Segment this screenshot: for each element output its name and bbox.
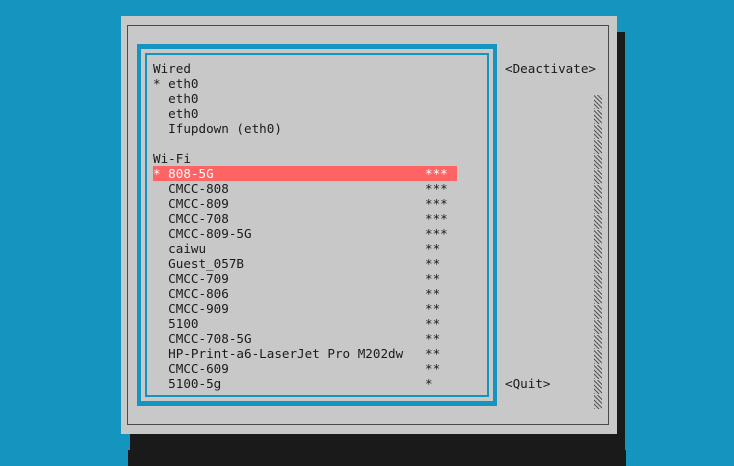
signal-strength: ** <box>425 271 441 286</box>
wifi-network-item[interactable]: 5100-5g * <box>153 376 457 391</box>
wifi-network-item[interactable]: CMCC-709 ** <box>153 271 457 286</box>
connection-name: eth0 <box>153 106 199 121</box>
signal-strength: *** <box>425 181 448 196</box>
connection-name: CMCC-708 <box>153 211 229 226</box>
connection-name: CMCC-809 <box>153 196 229 211</box>
section-header-wired: Wired <box>153 61 457 76</box>
quit-button[interactable]: <Quit> <box>505 376 551 391</box>
signal-strength: *** <box>425 196 448 211</box>
wifi-network-item[interactable]: CMCC-708-5G ** <box>153 331 457 346</box>
scrollbar-segment <box>594 335 602 349</box>
connection-name: CMCC-808 <box>153 181 229 196</box>
signal-strength: * <box>425 376 433 391</box>
wifi-network-item[interactable]: caiwu ** <box>153 241 457 256</box>
background-right-edge <box>626 450 734 466</box>
scrollbar-segment <box>594 170 602 184</box>
wifi-network-item[interactable]: Guest_057B ** <box>153 256 457 271</box>
connection-name: Guest_057B <box>153 256 244 271</box>
scrollbar-segment <box>594 215 602 229</box>
scrollbar-segment <box>594 110 602 124</box>
connection-name: CMCC-709 <box>153 271 229 286</box>
scrollbar-segment <box>594 155 602 169</box>
signal-strength: *** <box>425 211 448 226</box>
scrollbar-segment <box>594 365 602 379</box>
wifi-network-item[interactable]: CMCC-809-5G *** <box>153 226 457 241</box>
scrollbar-segment <box>594 125 602 139</box>
section-label: Wi-Fi <box>153 151 191 166</box>
wifi-network-item[interactable]: CMCC-809 *** <box>153 196 457 211</box>
signal-strength: *** <box>425 166 448 181</box>
section-header-wifi: Wi-Fi <box>153 151 457 166</box>
scrollbar[interactable] <box>594 95 602 410</box>
connection-name: CMCC-909 <box>153 301 229 316</box>
connection-name: eth0 <box>153 91 199 106</box>
signal-strength: ** <box>425 286 441 301</box>
wifi-network-item[interactable]: HP-Print-a6-LaserJet Pro M202dw ** <box>153 346 457 361</box>
wifi-network-item[interactable]: CMCC-609 ** <box>153 361 457 376</box>
scrollbar-segment <box>594 200 602 214</box>
wifi-network-item[interactable]: CMCC-806 ** <box>153 286 457 301</box>
connection-name: * 808-5G <box>153 166 214 181</box>
signal-strength: ** <box>425 241 441 256</box>
signal-strength: *** <box>425 226 448 241</box>
scrollbar-segment <box>594 185 602 199</box>
wired-connection-item[interactable]: eth0 <box>153 106 457 121</box>
scrollbar-segment <box>594 140 602 154</box>
scrollbar-segment <box>594 260 602 274</box>
connection-dialog: <Deactivate> <Quit> Wired * eth0 eth0 eth… <box>121 16 617 434</box>
scrollbar-segment <box>594 305 602 319</box>
wired-connection-item[interactable]: Ifupdown (eth0) <box>153 121 457 136</box>
wifi-network-item[interactable]: CMCC-808 *** <box>153 181 457 196</box>
connection-name: CMCC-806 <box>153 286 229 301</box>
scrollbar-segment <box>594 320 602 334</box>
scrollbar-segment <box>594 245 602 259</box>
connection-name: CMCC-809-5G <box>153 226 252 241</box>
connection-name: 5100-5g <box>153 376 222 391</box>
connection-name: CMCC-708-5G <box>153 331 252 346</box>
signal-strength: ** <box>425 331 441 346</box>
signal-strength: ** <box>425 316 441 331</box>
connection-name: caiwu <box>153 241 207 256</box>
wifi-network-item[interactable]: 5100 ** <box>153 316 457 331</box>
connection-name: CMCC-609 <box>153 361 229 376</box>
signal-strength: ** <box>425 256 441 271</box>
wifi-network-item[interactable]: CMCC-909 ** <box>153 301 457 316</box>
signal-strength: ** <box>425 346 441 361</box>
scrollbar-segment <box>594 380 602 394</box>
signal-strength: ** <box>425 361 441 376</box>
signal-strength: ** <box>425 301 441 316</box>
deactivate-button[interactable]: <Deactivate> <box>505 61 596 76</box>
scrollbar-segment <box>594 350 602 364</box>
connection-name: HP-Print-a6-LaserJet Pro M202dw <box>153 346 404 361</box>
scrollbar-segment <box>594 275 602 289</box>
scrollbar-segment <box>594 395 602 409</box>
connection-name: * eth0 <box>153 76 199 91</box>
wired-connection-item[interactable]: eth0 <box>153 91 457 106</box>
scrollbar-segment <box>594 290 602 304</box>
scrollbar-segment <box>594 95 602 109</box>
wifi-network-item-selected[interactable]: * 808-5G *** <box>153 166 457 181</box>
wired-connection-item[interactable]: * eth0 <box>153 76 457 91</box>
scrollbar-segment <box>594 230 602 244</box>
connection-name: Ifupdown (eth0) <box>153 121 282 136</box>
connection-name: 5100 <box>153 316 199 331</box>
wifi-network-item[interactable]: CMCC-708 *** <box>153 211 457 226</box>
section-label: Wired <box>153 61 191 76</box>
background-left-edge <box>0 450 128 466</box>
